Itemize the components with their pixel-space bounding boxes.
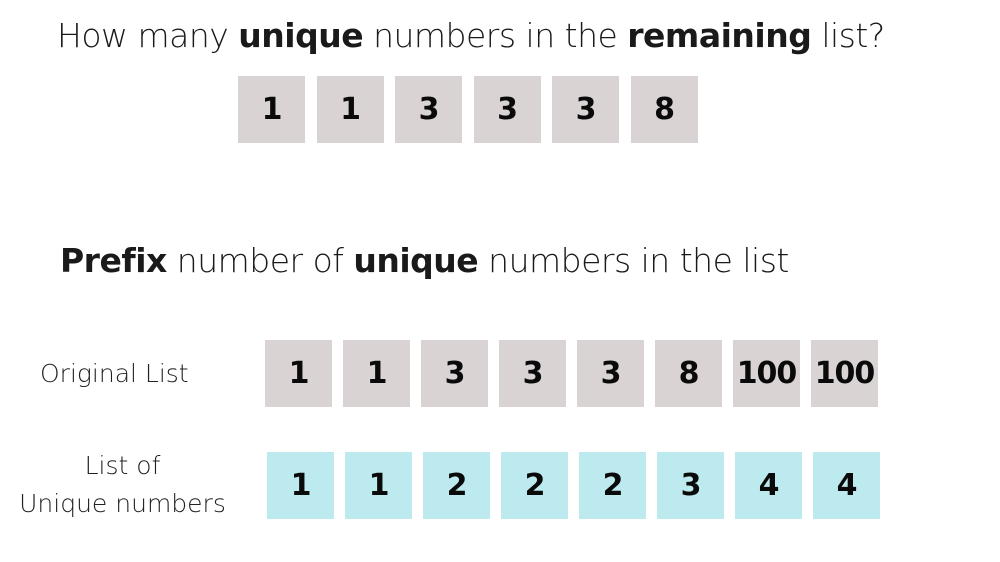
unique-cell: 1 xyxy=(345,452,412,519)
heading-part: list? xyxy=(811,16,885,55)
heading-part: numbers in the list xyxy=(478,241,789,280)
original-cell: 1 xyxy=(343,340,410,407)
heading-part-bold: unique xyxy=(353,241,479,280)
list-cell: 8 xyxy=(630,76,698,143)
unique-cell: 4 xyxy=(813,452,880,519)
original-cell: 3 xyxy=(577,340,644,407)
unique-label-line2: Unique numbers xyxy=(19,489,226,518)
heading-part: How many xyxy=(57,16,239,55)
original-cell: 3 xyxy=(421,340,488,407)
original-cell: 100 xyxy=(733,340,800,407)
unique-list-label: List of Unique numbers xyxy=(15,447,230,523)
question-heading: How many unique numbers in the remaining… xyxy=(57,16,885,55)
heading-part-bold: unique xyxy=(238,16,364,55)
original-list: 1 1 3 3 3 8 100 100 xyxy=(265,340,889,407)
unique-count-list: 1 1 2 2 2 3 4 4 xyxy=(267,452,891,519)
original-cell: 8 xyxy=(655,340,722,407)
heading-part-bold: remaining xyxy=(627,16,812,55)
heading-part: numbers in the xyxy=(363,16,628,55)
list-cell: 3 xyxy=(395,76,462,143)
original-cell: 100 xyxy=(811,340,878,407)
remaining-list: 1 1 3 3 3 8 xyxy=(238,76,709,143)
list-cell: 3 xyxy=(473,76,541,143)
unique-cell: 2 xyxy=(501,452,568,519)
original-cell: 1 xyxy=(265,340,332,407)
heading-part: number of xyxy=(166,241,354,280)
unique-cell: 3 xyxy=(657,452,724,519)
unique-cell: 4 xyxy=(735,452,802,519)
original-cell: 3 xyxy=(499,340,566,407)
original-list-label: Original List xyxy=(40,359,189,388)
unique-label-line1: List of xyxy=(84,451,161,480)
list-cell: 1 xyxy=(238,76,305,143)
unique-cell: 1 xyxy=(267,452,334,519)
list-cell: 1 xyxy=(316,76,384,143)
prefix-heading: Prefix number of unique numbers in the l… xyxy=(60,241,789,280)
list-cell: 3 xyxy=(552,76,619,143)
unique-cell: 2 xyxy=(423,452,490,519)
heading-part-bold: Prefix xyxy=(60,241,167,280)
unique-cell: 2 xyxy=(579,452,646,519)
